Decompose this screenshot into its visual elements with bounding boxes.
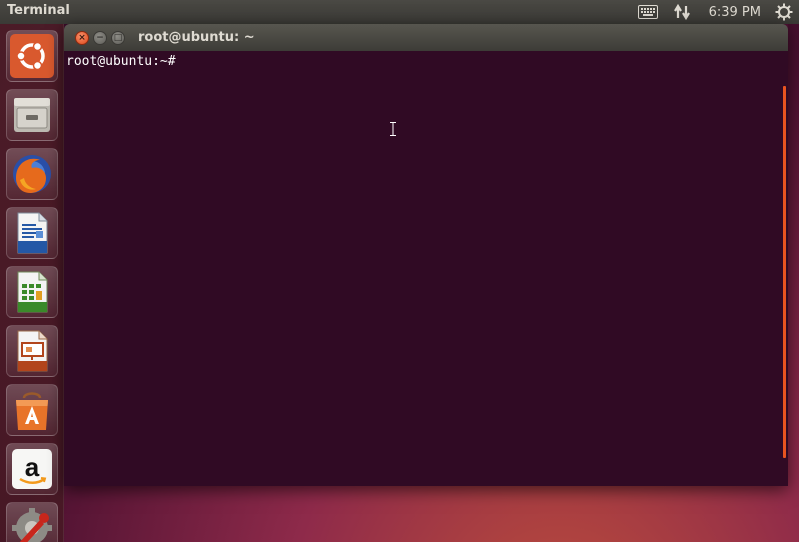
launcher-item-amazon[interactable]: a: [6, 443, 58, 495]
writer-document-icon: [17, 212, 48, 254]
scrollbar[interactable]: [783, 86, 786, 458]
impress-presentation-icon: [17, 330, 48, 372]
keyboard-icon[interactable]: [635, 0, 661, 24]
ubuntu-logo-icon: [10, 34, 54, 78]
firefox-icon: [13, 155, 51, 193]
maximize-button[interactable]: □: [111, 31, 125, 45]
maximize-icon: □: [113, 32, 123, 43]
top-panel: Terminal 6:39 PM: [0, 0, 799, 24]
launcher-item-files[interactable]: [6, 89, 58, 141]
clock[interactable]: 6:39 PM: [709, 0, 761, 24]
launcher-item-system-settings[interactable]: [6, 502, 58, 542]
launcher: a: [0, 24, 64, 542]
indicator-area: 6:39 PM: [635, 0, 799, 24]
launcher-item-impress[interactable]: [6, 325, 58, 377]
file-cabinet-icon: [14, 98, 50, 132]
minimize-icon: −: [96, 32, 104, 43]
terminal-content[interactable]: root@ubuntu:~#: [64, 51, 788, 486]
terminal-window: × − □ root@ubuntu: ~ root@ubuntu:~#: [64, 24, 788, 486]
window-title: root@ubuntu: ~: [138, 30, 255, 45]
power-gear-icon[interactable]: [773, 0, 795, 24]
text-cursor-icon: [390, 122, 396, 136]
close-button[interactable]: ×: [75, 31, 89, 45]
launcher-item-writer[interactable]: [6, 207, 58, 259]
launcher-item-calc[interactable]: [6, 266, 58, 318]
shell-prompt: root@ubuntu:~#: [66, 54, 176, 69]
minimize-button[interactable]: −: [93, 31, 107, 45]
network-arrows-icon[interactable]: [671, 0, 693, 24]
active-app-title: Terminal: [7, 3, 70, 18]
calc-spreadsheet-icon: [17, 271, 48, 313]
close-icon: ×: [78, 32, 86, 43]
window-titlebar[interactable]: × − □ root@ubuntu: ~: [64, 24, 788, 51]
launcher-item-firefox[interactable]: [6, 148, 58, 200]
launcher-item-dash[interactable]: [6, 30, 58, 82]
svg-text:a: a: [25, 452, 40, 482]
amazon-icon: a: [12, 449, 52, 489]
settings-wrench-icon: [12, 508, 52, 542]
software-bag-icon: [16, 392, 48, 430]
launcher-item-software-center[interactable]: [6, 384, 58, 436]
